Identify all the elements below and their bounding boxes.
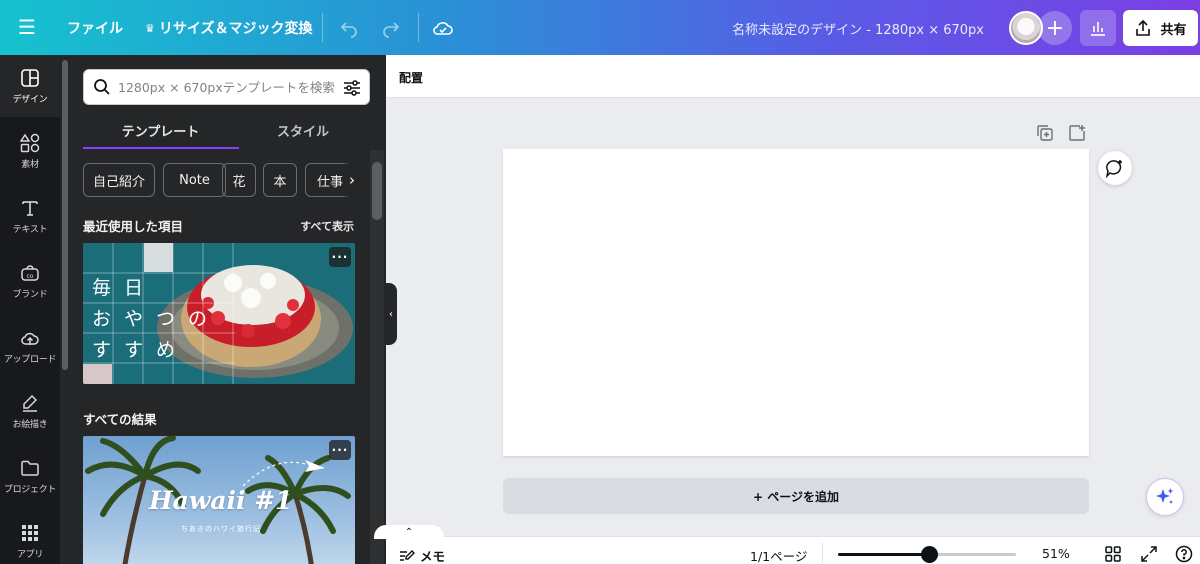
rail-item-label: ブランド	[12, 289, 48, 300]
suggestion-chips: 自己紹介 Note 花 本 仕事	[83, 163, 363, 198]
show-all-link[interactable]: すべて表示	[300, 218, 354, 234]
all-results-heading: すべての結果	[83, 412, 157, 427]
apps-grid-icon	[22, 524, 38, 541]
card-text-line: おやつの	[92, 308, 221, 330]
active-tab-indicator	[83, 147, 239, 149]
chip-book[interactable]: 本	[263, 163, 297, 197]
recent-template-card[interactable]: 毎日 おやつの すすめ ···	[83, 243, 355, 384]
recent-heading: 最近使用した項目	[83, 219, 184, 234]
svg-text:co: co	[27, 273, 34, 280]
template-search[interactable]	[83, 69, 370, 105]
rail-item-label: アプリ	[16, 549, 44, 560]
add-comment-button[interactable]	[1098, 151, 1132, 185]
card-text-line: 毎日	[92, 277, 157, 299]
result-template-card[interactable]: Hawaii #1 ちあきのハワイ旅行記 ···	[83, 436, 355, 564]
search-input[interactable]	[118, 77, 340, 97]
comment-add-icon	[1105, 160, 1122, 178]
share-button[interactable]: 共有	[1123, 10, 1198, 46]
rail-item-draw[interactable]: お絵描き	[0, 380, 60, 442]
position-button[interactable]: 配置	[399, 69, 423, 86]
bar-chart-icon	[1091, 22, 1105, 36]
insights-button[interactable]	[1080, 10, 1116, 46]
rail-item-elements[interactable]: 素材	[0, 120, 60, 182]
text-icon	[22, 200, 38, 216]
undo-icon[interactable]	[336, 15, 362, 41]
rail-scrollbar[interactable]	[62, 60, 68, 370]
add-collaborator-button[interactable]: +	[1038, 11, 1072, 45]
rail-item-label: お絵描き	[12, 419, 48, 430]
filter-icon[interactable]	[342, 78, 362, 98]
share-label: 共有	[1160, 22, 1187, 38]
redo-icon[interactable]	[378, 15, 404, 41]
notes-button[interactable]: メモ	[399, 546, 445, 564]
help-icon[interactable]	[1175, 545, 1193, 563]
more-options-icon[interactable]: ···	[329, 247, 351, 267]
more-options-icon[interactable]: ···	[329, 440, 351, 460]
design-canvas[interactable]	[503, 149, 1089, 456]
file-menu-button[interactable]: ファイル	[67, 18, 123, 38]
rail-item-upload[interactable]: アップロード	[0, 315, 60, 377]
rail-item-brand[interactable]: co ブランド	[0, 250, 60, 312]
share-upload-icon	[1136, 19, 1151, 36]
zoom-slider-fill	[838, 553, 929, 556]
rail-item-projects[interactable]: プロジェクト	[0, 445, 60, 507]
resize-button[interactable]: ♛ リサイズ＆マジック変換	[145, 18, 312, 38]
rail-item-label: プロジェクト	[3, 484, 57, 495]
collapse-panel-handle[interactable]: ‹	[385, 283, 397, 345]
panel-scrollbar-thumb[interactable]	[372, 162, 382, 220]
chevron-up-icon[interactable]: ⌃	[374, 525, 444, 539]
layout-icon	[21, 68, 39, 87]
card-subtitle: ちあきのハワイ旅行記	[181, 525, 261, 533]
brand-icon: co	[21, 264, 39, 281]
chip-self-intro[interactable]: 自己紹介	[83, 163, 155, 197]
chip-note[interactable]: Note	[163, 163, 226, 197]
chevron-right-icon[interactable]: ›	[342, 163, 362, 197]
zoom-slider-handle[interactable]	[920, 546, 938, 563]
search-icon	[94, 79, 110, 95]
add-page-icon[interactable]	[1067, 123, 1087, 143]
sparkle-icon	[1156, 488, 1174, 504]
tab-templates[interactable]: テンプレート	[83, 113, 238, 147]
rail-item-label: 素材	[21, 159, 39, 170]
bottom-divider	[822, 543, 823, 563]
card-title: Hawaii #1	[149, 486, 293, 515]
context-toolbar: 配置	[386, 55, 1200, 98]
crown-icon: ♛	[145, 21, 155, 35]
rail-item-label: デザイン	[12, 94, 48, 105]
page-indicator[interactable]: 1/1ページ	[750, 546, 807, 564]
folder-icon	[21, 460, 39, 476]
rail-item-text[interactable]: テキスト	[0, 185, 60, 247]
card-text-line: すすめ	[92, 339, 189, 361]
zoom-value[interactable]: 51%	[1042, 546, 1070, 561]
panel-tabs: テンプレート スタイル	[83, 113, 370, 149]
notes-label: メモ	[420, 549, 446, 564]
cloud-saved-icon[interactable]	[430, 15, 456, 41]
duplicate-page-icon[interactable]	[1035, 123, 1055, 143]
toolbar-divider	[418, 13, 419, 42]
toolbar-divider	[322, 13, 323, 42]
grid-view-icon[interactable]	[1104, 545, 1122, 563]
chip-flower[interactable]: 花	[222, 163, 256, 197]
rail-item-design[interactable]: デザイン	[0, 55, 60, 117]
rail-item-apps[interactable]: アプリ	[0, 510, 60, 564]
menu-icon[interactable]: ☰	[14, 14, 40, 40]
shapes-icon	[20, 133, 40, 152]
magic-assistant-button[interactable]	[1146, 478, 1184, 516]
left-rail: デザイン 素材 テキスト co ブランド アップロード お絵描き プロジェクト …	[0, 55, 60, 564]
rail-item-label: テキスト	[12, 224, 48, 235]
draw-icon	[23, 394, 38, 412]
resize-label: リサイズ＆マジック変換	[158, 21, 313, 37]
add-page-button[interactable]: + ページを追加	[503, 478, 1089, 514]
rail-item-label: アップロード	[3, 354, 57, 365]
fullscreen-icon[interactable]	[1140, 545, 1158, 563]
tab-styles[interactable]: スタイル	[223, 113, 383, 147]
notes-pen-icon	[400, 549, 415, 561]
design-title[interactable]: 名称未設定のデザイン - 1280px × 670px	[732, 19, 984, 38]
upload-cloud-icon	[21, 332, 39, 345]
